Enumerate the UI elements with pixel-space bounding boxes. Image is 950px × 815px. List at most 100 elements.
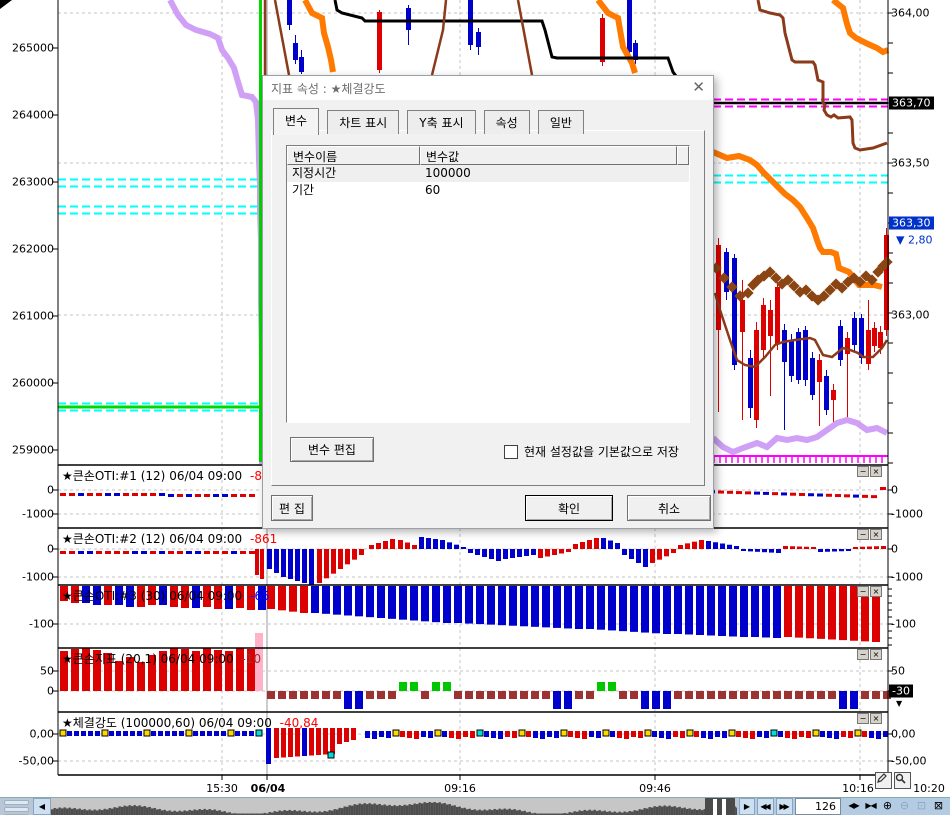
- panel-title: ★큰손지표 (20,1) 06/04 09:00 -10: [62, 650, 261, 667]
- panel-value: -40,84: [280, 716, 319, 730]
- panel-title: ★큰손OTI:#2 (12) 06/04 09:00 -861: [62, 530, 277, 547]
- tab-chart-display[interactable]: 차트 표시: [327, 110, 399, 134]
- panel-datetime: 06/04 09:00: [169, 589, 242, 603]
- axis-label: -100: [891, 618, 916, 631]
- axis-label: 0: [2, 484, 54, 497]
- axis-label: -1000: [891, 508, 923, 521]
- panel-title: ★큰손OTI:#1 (12) 06/04 09:00 -861: [62, 467, 277, 484]
- checkbox-label: 현재 설정값을 기본값으로 저장: [524, 443, 679, 460]
- indicator-properties-dialog: 지표 속성 : ★체결강도 ✕ 변수 차트 표시 Y축 표시 속성 일반 변수이…: [262, 75, 714, 529]
- minimize-panel-button[interactable]: −: [857, 713, 869, 724]
- cancel-button[interactable]: 취소: [627, 495, 711, 521]
- close-chart-icon[interactable]: ⊠: [930, 798, 947, 815]
- badge-arrow-icon: ▼: [896, 699, 902, 708]
- axis-label: 50: [2, 665, 54, 678]
- axis-label: 259000: [2, 444, 54, 457]
- close-panel-button[interactable]: ×: [870, 713, 882, 724]
- var-value: 60: [420, 182, 689, 199]
- panel-name: ★체결강도: [62, 716, 117, 730]
- axis-label: 0: [2, 543, 54, 556]
- dialog-title: 지표 속성 : ★체결강도: [271, 80, 386, 97]
- tab-yaxis-display[interactable]: Y축 표시: [407, 110, 475, 134]
- current-price-badge: 363,30: [889, 217, 934, 230]
- axis-label: 0: [891, 484, 898, 497]
- variable-edit-button[interactable]: 변수 편집: [290, 437, 374, 462]
- var-name: 지정시간: [287, 165, 420, 182]
- axis-label: 262000: [2, 243, 54, 256]
- panel-name: ★큰손OTI:#3: [62, 589, 137, 603]
- tab-attributes[interactable]: 속성: [484, 110, 530, 134]
- column-header-stub: [677, 146, 689, 165]
- ok-button[interactable]: 확인: [525, 495, 613, 521]
- dialog-close-icon[interactable]: ✕: [692, 78, 705, 96]
- zoom-in-icon[interactable]: ⊕: [879, 798, 896, 815]
- close-panel-button[interactable]: ×: [870, 466, 882, 477]
- navigator-slider[interactable]: [705, 798, 735, 815]
- panel-name: ★큰손지표: [62, 652, 117, 666]
- axis-label: 0,00: [2, 728, 54, 741]
- time-label: 10:16: [842, 782, 874, 795]
- axis-label: 263000: [2, 176, 54, 189]
- axis-label: -100: [2, 618, 54, 631]
- var-value: 100000: [420, 165, 689, 182]
- play-button[interactable]: ▶: [739, 798, 755, 815]
- minimize-panel-button[interactable]: −: [857, 586, 869, 597]
- checkbox-icon[interactable]: [504, 445, 518, 459]
- price-change-label: ▼ 2,80: [896, 234, 932, 247]
- navigator-grip[interactable]: [0, 798, 33, 815]
- close-panel-button[interactable]: ×: [870, 649, 882, 660]
- minimize-panel-button[interactable]: −: [857, 529, 869, 540]
- minimize-panel-button[interactable]: −: [857, 649, 869, 660]
- dialog-titlebar[interactable]: 지표 속성 : ★체결강도 ✕: [263, 76, 713, 100]
- close-panel-button[interactable]: ×: [870, 586, 882, 597]
- panel-value: -65: [250, 589, 270, 603]
- panel-name: ★큰손OTI:#1: [62, 469, 137, 483]
- navigator-track[interactable]: [51, 798, 737, 815]
- minimize-panel-button[interactable]: −: [857, 466, 869, 477]
- rewind-button[interactable]: ◀◀: [757, 798, 774, 815]
- dialog-tabs: 변수 차트 표시 Y축 표시 속성 일반: [273, 108, 587, 131]
- tab-general[interactable]: 일반: [538, 110, 584, 134]
- panel-datetime: 06/04 09:00: [199, 716, 272, 730]
- variable-table[interactable]: 변수이름 변수값 지정시간 100000 기간 60: [286, 145, 690, 423]
- time-label: 15:30: [206, 782, 238, 795]
- area-select-icon[interactable]: ⊡: [913, 798, 930, 815]
- bar-count-field[interactable]: 126: [795, 798, 841, 815]
- indicator-value-badge: -30: [889, 685, 913, 698]
- chart-navigator: ◀ ▶ ◀◀ ▶▶ 126 ◀▶▶◀⊕⊖⊡⊠: [0, 797, 950, 815]
- axis-label: -1000: [891, 571, 923, 584]
- high-price-badge: 363,70: [889, 97, 934, 110]
- save-default-checkbox[interactable]: 현재 설정값을 기본값으로 저장: [504, 443, 679, 460]
- axis-label: 363,00: [891, 309, 930, 322]
- axis-label: 0: [891, 543, 898, 556]
- zoom-out-icon[interactable]: ⊖: [896, 798, 913, 815]
- draw-tool-button[interactable]: [875, 772, 892, 789]
- shrink-bars-icon[interactable]: ▶◀: [862, 798, 879, 815]
- edit-button[interactable]: 편 집: [271, 495, 313, 521]
- fast-forward-button[interactable]: ▶▶: [776, 798, 793, 815]
- axis-label: 261000: [2, 310, 54, 323]
- axis-label: 364,00: [891, 7, 930, 20]
- zoom-tool-button[interactable]: [894, 772, 911, 789]
- panel-params: (12): [141, 469, 166, 483]
- tab-page-variables: 변수이름 변수값 지정시간 100000 기간 60 변수 편집 현재 설정값을…: [271, 130, 705, 486]
- date-label: 06/04: [251, 782, 286, 795]
- panel-value: -10: [241, 652, 261, 666]
- column-header-value[interactable]: 변수값: [420, 146, 677, 165]
- axis-label: 0: [2, 685, 54, 698]
- panel-title: ★큰손OTI:#3 (30) 06/04 09:00 -65: [62, 587, 270, 604]
- axis-label: 0,00: [891, 728, 916, 741]
- var-name: 기간: [287, 182, 420, 199]
- scroll-left-button[interactable]: ◀: [33, 798, 51, 815]
- close-panel-button[interactable]: ×: [870, 529, 882, 540]
- trading-chart-window: 363,70 363,30 ▼ 2,80 -30 ▼ 15:30 06/04 0…: [0, 0, 950, 815]
- tab-variables[interactable]: 변수: [273, 108, 319, 135]
- table-row[interactable]: 기간 60: [287, 182, 689, 199]
- panel-params: (100000,60): [121, 716, 195, 730]
- column-header-name[interactable]: 변수이름: [287, 146, 420, 165]
- axis-label: -50,00: [2, 755, 54, 768]
- table-row[interactable]: 지정시간 100000: [287, 165, 689, 182]
- axis-label: 265000: [2, 42, 54, 55]
- expand-bars-icon[interactable]: ◀▶: [845, 798, 862, 815]
- panel-params: (12): [141, 532, 166, 546]
